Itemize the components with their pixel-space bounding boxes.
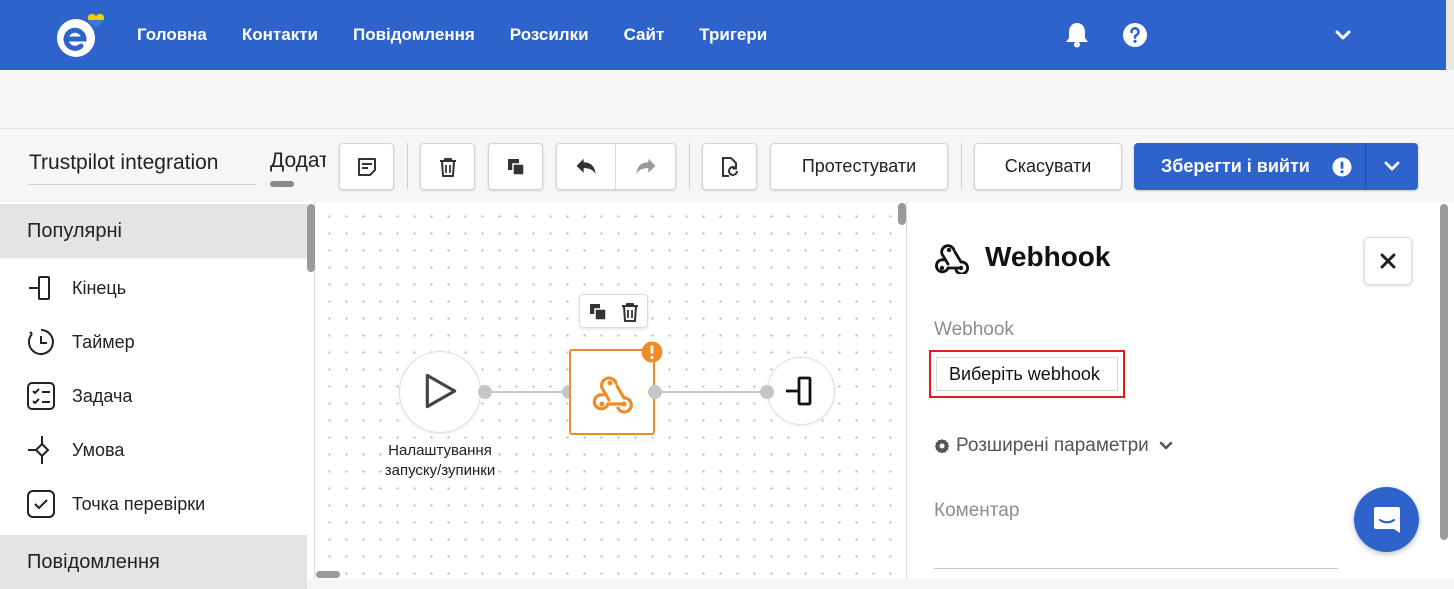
copy-icon bbox=[507, 158, 525, 176]
nav-item-triggers[interactable]: Тригери bbox=[699, 24, 767, 46]
redo-icon bbox=[636, 158, 655, 174]
warning-icon bbox=[1332, 157, 1352, 177]
toolbar-divider bbox=[961, 143, 962, 189]
output-port[interactable] bbox=[478, 385, 492, 399]
comment-field-label: Коментар bbox=[934, 500, 1020, 521]
task-icon bbox=[27, 382, 55, 410]
palette-item-end[interactable]: Кінець bbox=[26, 272, 126, 304]
condition-icon bbox=[28, 436, 50, 464]
nav-item-contacts[interactable]: Контакти bbox=[242, 24, 318, 46]
save-and-exit-button[interactable]: Зберегти і вийти bbox=[1134, 143, 1418, 190]
undo-redo-group bbox=[556, 143, 676, 190]
note-button[interactable] bbox=[339, 143, 394, 190]
undo-button[interactable] bbox=[557, 144, 616, 189]
start-node[interactable] bbox=[399, 351, 481, 433]
main-nav: Головна Контакти Повідомлення Розсилки С… bbox=[137, 24, 802, 46]
palette-scrollbar[interactable] bbox=[307, 204, 315, 272]
chevron-down-icon[interactable] bbox=[1384, 160, 1400, 172]
help-icon[interactable] bbox=[1122, 22, 1148, 48]
palette-item-label: Умова bbox=[72, 439, 125, 460]
trash-icon bbox=[439, 157, 456, 177]
trash-icon[interactable] bbox=[619, 301, 641, 323]
end-node[interactable] bbox=[767, 357, 835, 425]
gear-icon bbox=[934, 439, 950, 454]
advanced-settings-label: Розширені параметри bbox=[956, 435, 1149, 456]
toolbar-divider bbox=[407, 143, 408, 189]
bell-icon[interactable] bbox=[1064, 20, 1090, 48]
palette-group-popular[interactable]: Популярні bbox=[0, 204, 307, 258]
palette-item-task[interactable]: Задача bbox=[26, 380, 132, 412]
palette-item-label: Задача bbox=[72, 385, 133, 406]
nav-item-messages[interactable]: Повідомлення bbox=[353, 24, 475, 46]
end-icon bbox=[29, 276, 50, 300]
save-button-label: Зберегти і вийти bbox=[1161, 156, 1310, 176]
comment-input[interactable] bbox=[934, 568, 1338, 569]
copy-button[interactable] bbox=[488, 143, 543, 190]
close-icon bbox=[1380, 253, 1396, 269]
copy-icon[interactable] bbox=[587, 301, 609, 323]
warning-icon bbox=[641, 341, 663, 363]
canvas-vertical-scrollbar[interactable] bbox=[898, 203, 906, 225]
webhook-field-label: Webhook bbox=[934, 319, 1014, 340]
nav-item-campaigns[interactable]: Розсилки bbox=[510, 24, 589, 46]
delete-button[interactable] bbox=[420, 143, 475, 190]
webhook-select-highlight: Виберіть webhook bbox=[929, 350, 1125, 398]
output-port[interactable] bbox=[648, 385, 662, 399]
toolbar-divider bbox=[689, 143, 690, 189]
split-button-divider bbox=[1365, 143, 1366, 190]
undo-icon bbox=[576, 158, 596, 174]
note-icon bbox=[357, 157, 376, 176]
advanced-settings-toggle[interactable]: Розширені параметри bbox=[934, 435, 1173, 457]
header-spacer bbox=[0, 70, 1454, 128]
file-restore-icon bbox=[721, 156, 738, 177]
panel-scrollbar[interactable] bbox=[1440, 204, 1448, 540]
cancel-button[interactable]: Скасувати bbox=[974, 143, 1122, 190]
flow-name-input[interactable]: Trustpilot integration bbox=[28, 151, 256, 185]
test-button[interactable]: Протестувати bbox=[770, 143, 948, 190]
redo-button[interactable] bbox=[616, 144, 675, 189]
connection-line bbox=[485, 391, 570, 393]
sendpulse-logo-icon[interactable] bbox=[52, 12, 118, 60]
chevron-down-icon[interactable] bbox=[1334, 28, 1352, 42]
add-tab[interactable]: Додати bbox=[270, 149, 326, 173]
play-icon bbox=[425, 373, 457, 409]
flow-editor-toolbar: Trustpilot integration Додати Протестува… bbox=[0, 128, 1454, 202]
palette-group-messages[interactable]: Повідомлення bbox=[0, 535, 307, 589]
webhook-select[interactable]: Виберіть webhook bbox=[936, 357, 1118, 391]
palette-item-label: Таймер bbox=[72, 331, 135, 352]
palette-item-label: Кінець bbox=[72, 277, 127, 298]
nav-item-home[interactable]: Головна bbox=[137, 24, 207, 46]
chevron-down-icon bbox=[1159, 441, 1173, 450]
connection-line bbox=[655, 391, 767, 393]
top-navigation-bar: Головна Контакти Повідомлення Розсилки С… bbox=[0, 0, 1454, 70]
canvas-horizontal-scrollbar[interactable] bbox=[316, 571, 340, 578]
checkpoint-icon bbox=[27, 490, 55, 518]
panel-title: Webhook bbox=[985, 241, 1111, 272]
input-port[interactable] bbox=[760, 385, 774, 399]
end-icon bbox=[786, 376, 812, 406]
palette-item-checkpoint[interactable]: Точка перевірки bbox=[26, 488, 205, 520]
webhook-icon bbox=[935, 244, 970, 274]
timer-icon bbox=[27, 329, 54, 355]
close-panel-button[interactable] bbox=[1364, 237, 1412, 285]
element-palette: Популярні Кінець Таймер Задача Умова Точ… bbox=[0, 202, 315, 589]
start-node-label: Налаштування запуску/зупинки bbox=[384, 442, 496, 479]
palette-item-label: Точка перевірки bbox=[72, 493, 206, 514]
tab-scroll-indicator bbox=[270, 181, 294, 187]
chat-icon bbox=[1373, 506, 1400, 533]
webhook-icon bbox=[592, 376, 633, 414]
palette-item-condition[interactable]: Умова bbox=[26, 434, 124, 466]
support-chat-button[interactable] bbox=[1354, 487, 1419, 552]
palette-item-timer[interactable]: Таймер bbox=[26, 326, 135, 358]
node-tools-popover bbox=[579, 294, 648, 328]
nav-item-site[interactable]: Сайт bbox=[624, 24, 665, 46]
restore-button[interactable] bbox=[702, 143, 757, 190]
